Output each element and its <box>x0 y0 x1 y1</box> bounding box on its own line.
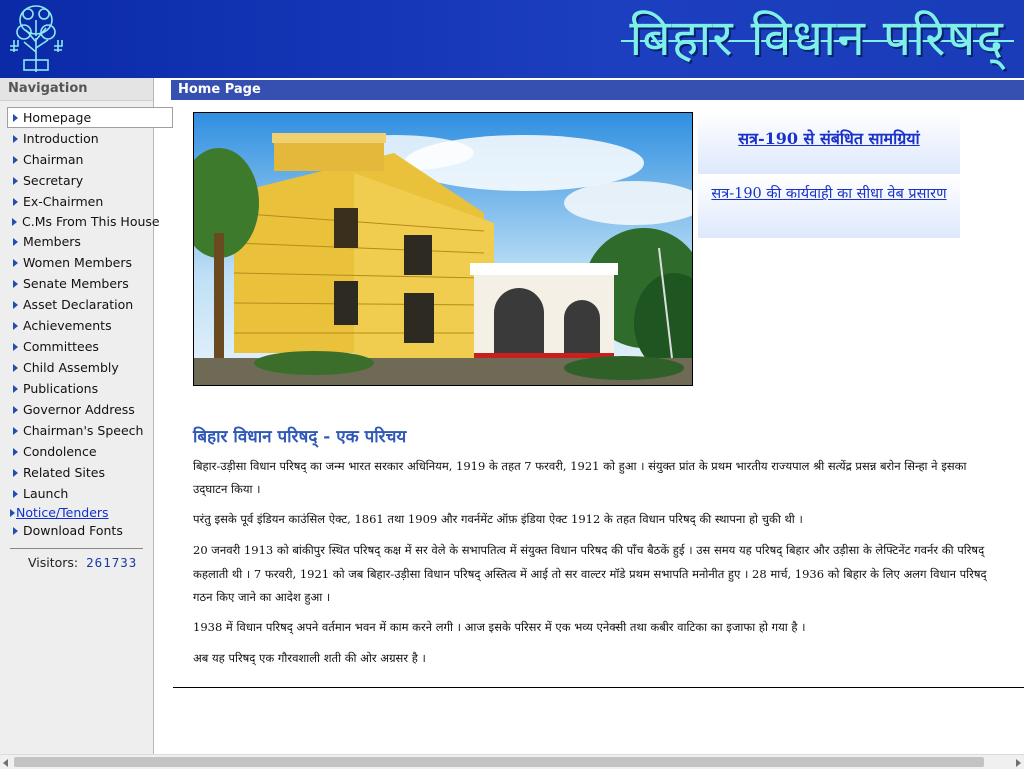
arrow-right-icon <box>13 427 18 435</box>
arrow-right-icon <box>13 156 18 164</box>
nav-item-achievements[interactable]: Achievements <box>0 315 153 336</box>
arrow-right-icon <box>13 322 18 330</box>
paragraph-line: उद्‌घाटन किया । <box>193 482 261 496</box>
paragraph-line: कहलाती थी । 7 फरवरी, 1921 को जब बिहार-उड… <box>193 567 987 581</box>
arrow-right-icon <box>13 469 18 477</box>
visitors-count: 261733 <box>86 555 138 570</box>
nav-heading: Navigation <box>0 78 153 101</box>
arrow-right-icon <box>13 177 18 185</box>
content-title-bar: Home Page <box>171 80 1024 100</box>
nav-item-label: Chairman's Speech <box>23 423 144 438</box>
session-links-panel: सत्र-190 से संबंधित सामग्रियां सत्र-190 … <box>698 112 960 238</box>
nav-item-label: Download Fonts <box>23 523 123 538</box>
horizontal-scrollbar[interactable] <box>0 754 1024 769</box>
nav-item-governor-address[interactable]: Governor Address <box>0 399 153 420</box>
arrow-right-icon <box>13 406 18 414</box>
nav-item-label: Launch <box>23 486 69 501</box>
arrow-right-icon <box>13 527 18 535</box>
nav-item-label: Condolence <box>23 444 97 459</box>
content-divider <box>173 687 1024 688</box>
paragraph-line: गठन किए जाने का आदेश हुआ । <box>193 590 331 604</box>
nav-item-label: Committees <box>23 339 99 354</box>
nav-item-senate-members[interactable]: Senate Members <box>0 273 153 294</box>
nav-item-members[interactable]: Members <box>0 231 153 252</box>
council-building-photo <box>193 112 693 386</box>
tree-emblem-logo <box>6 2 66 74</box>
nav-item-chairmans-speech[interactable]: Chairman's Speech <box>0 420 153 441</box>
nav-item-label: Notice/Tenders <box>16 505 109 520</box>
nav-item-label: Ex-Chairmen <box>23 194 104 209</box>
paragraph-line: परंतु इसके पूर्व इंडियन काउंसिल ऐक्ट, 18… <box>193 512 803 526</box>
intro-section-title: बिहार विधान परिषद् - एक परिचय <box>193 427 407 447</box>
nav-item-committees[interactable]: Committees <box>0 336 153 357</box>
nav-item-label: Achievements <box>23 318 112 333</box>
arrow-right-icon <box>13 238 18 246</box>
session-webcast-link[interactable]: सत्र-190 की कार्यवाही का सीधा वेब प्रसार… <box>698 176 960 238</box>
nav-item-label: Chairman <box>23 152 84 167</box>
sidebar: Navigation Homepage Introduction Chairma… <box>0 78 173 754</box>
nav-item-label: Governor Address <box>23 402 135 417</box>
nav-item-homepage[interactable]: Homepage <box>7 107 173 128</box>
sidebar-divider <box>10 548 143 549</box>
arrow-right-icon <box>13 385 18 393</box>
nav-item-label: Child Assembly <box>23 360 119 375</box>
nav-item-women-members[interactable]: Women Members <box>0 252 153 273</box>
arrow-right-icon <box>13 343 18 351</box>
nav-item-label: Women Members <box>23 255 132 270</box>
site-header: बिहार विधान परिषद् <box>0 0 1024 78</box>
nav-item-publications[interactable]: Publications <box>0 378 153 399</box>
arrow-right-icon <box>13 490 18 498</box>
paragraph-line: 20 जनवरी 1913 को बांकीपुर स्थित परिषद् क… <box>193 543 985 557</box>
nav-item-label: Homepage <box>23 110 92 125</box>
arrow-right-icon <box>10 509 15 517</box>
nav-item-download-fonts[interactable]: Download Fonts <box>0 521 153 540</box>
nav-item-label: Secretary <box>23 173 84 188</box>
nav-item-label: Asset Declaration <box>23 297 134 312</box>
nav-item-notice-tenders[interactable]: Notice/Tenders <box>0 504 153 521</box>
nav-item-label: Publications <box>23 381 99 396</box>
nav-item-asset-declaration[interactable]: Asset Declaration <box>0 294 153 315</box>
nav-list: Homepage Introduction Chairman Secretary… <box>0 107 173 540</box>
arrow-right-icon <box>13 448 18 456</box>
nav-item-condolence[interactable]: Condolence <box>0 441 153 462</box>
arrow-right-icon <box>13 364 18 372</box>
nav-item-label: Introduction <box>23 131 99 146</box>
nav-item-secretary[interactable]: Secretary <box>0 170 153 191</box>
nav-item-cms-from-this-house[interactable]: C.Ms From This House <box>0 212 160 231</box>
arrow-right-icon <box>13 198 18 206</box>
nav-item-label: Members <box>23 234 81 249</box>
scrollbar-thumb[interactable] <box>14 757 984 767</box>
nav-item-label: Related Sites <box>23 465 105 480</box>
arrow-right-icon <box>12 218 17 226</box>
nav-item-child-assembly[interactable]: Child Assembly <box>0 357 153 378</box>
nav-item-introduction[interactable]: Introduction <box>0 128 153 149</box>
nav-item-launch[interactable]: Launch <box>0 483 153 504</box>
nav-item-label: C.Ms From This House <box>22 214 160 229</box>
nav-item-related-sites[interactable]: Related Sites <box>0 462 153 483</box>
visitors-label: Visitors: <box>28 555 79 570</box>
site-title: बिहार विधान परिषद् <box>621 6 1014 70</box>
scroll-right-icon[interactable] <box>1016 759 1021 767</box>
paragraph-line: अब यह परिषद् एक गौरवशाली शती की ओर अग्रस… <box>193 651 426 665</box>
arrow-right-icon <box>13 135 18 143</box>
arrow-right-icon <box>13 114 18 122</box>
session-materials-link[interactable]: सत्र-190 से संबंधित सामग्रियां <box>698 112 960 174</box>
arrow-right-icon <box>13 280 18 288</box>
arrow-right-icon <box>13 259 18 267</box>
nav-item-chairman[interactable]: Chairman <box>0 149 153 170</box>
nav-item-label: Senate Members <box>23 276 129 291</box>
site-title-text: बिहार विधान परिषद् <box>629 9 1004 67</box>
visitor-counter: Visitors: 261733 <box>28 555 153 570</box>
paragraph-line: 1938 में विधान परिषद् अपने वर्तमान भवन म… <box>193 620 806 634</box>
page-title: Home Page <box>178 82 261 97</box>
nav-item-ex-chairmen[interactable]: Ex-Chairmen <box>0 191 153 212</box>
scroll-left-icon[interactable] <box>3 759 8 767</box>
paragraph-line: बिहार-उड़ीसा विधान परिषद् का जन्म भारत स… <box>193 459 967 473</box>
arrow-right-icon <box>13 301 18 309</box>
